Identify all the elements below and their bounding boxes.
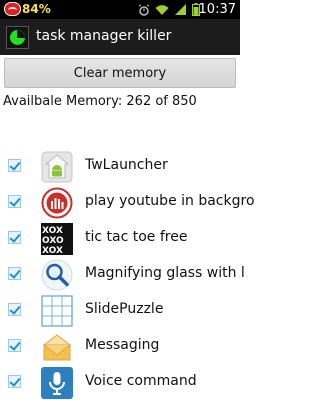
clock: 10:37 <box>198 2 236 17</box>
app-title: task manager killer <box>36 28 172 44</box>
app-checkbox[interactable] <box>8 195 21 208</box>
app-checkbox[interactable] <box>8 339 21 352</box>
android-launcher-icon <box>41 151 73 183</box>
app-list: TwLauncher play youtube in backgro XOX O… <box>0 148 255 400</box>
app-name: tic tac toe free <box>85 229 188 245</box>
app-name: Voice command <box>85 373 197 389</box>
list-item[interactable]: TwLauncher <box>0 148 240 184</box>
list-item[interactable]: Messaging <box>0 328 240 364</box>
list-item[interactable]: Voice command <box>0 364 240 400</box>
app-checkbox[interactable] <box>8 375 21 388</box>
svg-text:XOX: XOX <box>42 226 63 236</box>
youtube-audio-icon <box>41 187 73 219</box>
app-name: Messaging <box>85 337 160 353</box>
slide-puzzle-icon <box>41 295 73 327</box>
app-checkbox[interactable] <box>8 267 21 280</box>
list-item[interactable]: XOX OXO XOX tic tac toe free <box>0 220 240 256</box>
list-item[interactable]: SlidePuzzle <box>0 292 240 328</box>
app-name: play youtube in backgro <box>85 193 255 209</box>
list-item[interactable]: Magnifying glass with l <box>0 256 245 292</box>
microphone-icon <box>41 367 73 399</box>
app-name: Magnifying glass with l <box>85 265 245 281</box>
alarm-icon <box>138 3 150 16</box>
svg-text:XOX: XOX <box>42 246 63 255</box>
available-memory-text: Availbale Memory: 262 of 850 <box>3 94 197 109</box>
clear-memory-button[interactable]: Clear memory <box>4 58 236 88</box>
svg-text:OXO: OXO <box>42 236 64 246</box>
app-checkbox[interactable] <box>8 303 21 316</box>
magnifying-glass-icon <box>41 259 73 291</box>
app-checkbox[interactable] <box>8 231 21 244</box>
signal-icon <box>175 3 186 15</box>
wifi-icon <box>155 4 169 15</box>
app-checkbox[interactable] <box>8 159 21 172</box>
app-name: TwLauncher <box>85 157 168 173</box>
battery-percent: 84% <box>22 2 51 16</box>
status-icons <box>138 3 200 16</box>
messaging-envelope-icon <box>42 334 72 361</box>
app-name: SlidePuzzle <box>85 301 164 317</box>
app-logo-icon <box>6 26 29 49</box>
list-item[interactable]: play youtube in backgro <box>0 184 255 220</box>
battery-saver-icon <box>4 2 21 16</box>
tic-tac-toe-icon: XOX OXO XOX <box>41 223 73 255</box>
status-bar: 84% 10:37 <box>0 0 240 19</box>
